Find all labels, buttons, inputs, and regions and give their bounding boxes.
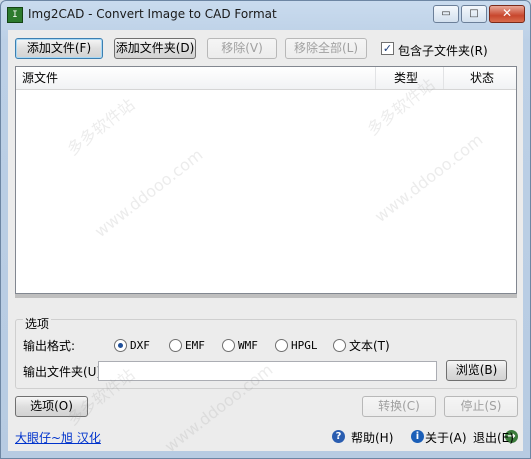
browse-button[interactable]: 浏览(B) — [446, 360, 507, 381]
convert-button[interactable]: 转换(C) — [362, 396, 436, 417]
remove-button[interactable]: 移除(V) — [207, 38, 277, 59]
add-file-button[interactable]: 添加文件(F) — [15, 38, 103, 59]
about-icon[interactable]: i — [411, 430, 424, 443]
output-folder-input[interactable] — [98, 361, 437, 381]
main-panel: 添加文件(F) 添加文件夹(D) 移除(V) 移除全部(L) ✓ 包含子文件夹(… — [8, 30, 523, 451]
format-hpgl-radio[interactable] — [275, 339, 288, 352]
format-text-radio[interactable] — [333, 339, 346, 352]
format-wmf-radio[interactable] — [222, 339, 235, 352]
credit-link[interactable]: 大眼仔~旭 汉化 — [15, 429, 101, 446]
about-button[interactable]: 关于(A) — [425, 429, 467, 446]
remove-all-button[interactable]: 移除全部(L) — [285, 38, 367, 59]
add-folder-button[interactable]: 添加文件夹(D) — [114, 38, 196, 59]
format-text-label[interactable]: 文本(T) — [349, 337, 390, 354]
help-button[interactable]: 帮助(H) — [351, 429, 393, 446]
format-emf-label[interactable]: EMF — [185, 339, 205, 352]
list-scrollbar[interactable] — [15, 294, 517, 298]
format-dxf-label[interactable]: DXF — [130, 339, 150, 352]
help-icon[interactable]: ? — [332, 430, 345, 443]
column-status[interactable]: 状态 — [444, 67, 516, 89]
stop-button[interactable]: 停止(S) — [444, 396, 518, 417]
column-type[interactable]: 类型 — [376, 67, 444, 89]
file-list-header: 源文件 类型 状态 — [16, 67, 516, 90]
format-wmf-label[interactable]: WMF — [238, 339, 258, 352]
options-group-title: 选项 — [23, 315, 52, 332]
app-window: I Img2CAD - Convert Image to CAD Format … — [0, 0, 531, 459]
exit-button[interactable]: 退出(E) — [473, 429, 514, 446]
minimize-button[interactable]: ▭ — [433, 5, 459, 23]
file-list[interactable]: 源文件 类型 状态 — [15, 66, 517, 294]
maximize-button[interactable]: □ — [461, 5, 487, 23]
options-button[interactable]: 选项(O) — [15, 396, 88, 417]
output-folder-label: 输出文件夹(U) — [23, 365, 102, 379]
output-format-label: 输出格式: — [23, 339, 76, 353]
include-subfolders-label: 包含子文件夹(R) — [398, 44, 488, 58]
close-button[interactable]: ✕ — [489, 5, 525, 23]
title-bar[interactable]: I Img2CAD - Convert Image to CAD Format … — [1, 1, 530, 29]
include-subfolders-checkbox[interactable]: ✓ — [381, 42, 394, 55]
format-dxf-radio[interactable] — [114, 339, 127, 352]
app-icon: I — [7, 7, 23, 23]
column-source-file[interactable]: 源文件 — [16, 67, 376, 89]
format-emf-radio[interactable] — [169, 339, 182, 352]
window-title: Img2CAD - Convert Image to CAD Format — [28, 7, 277, 21]
format-hpgl-label[interactable]: HPGL — [291, 339, 318, 352]
